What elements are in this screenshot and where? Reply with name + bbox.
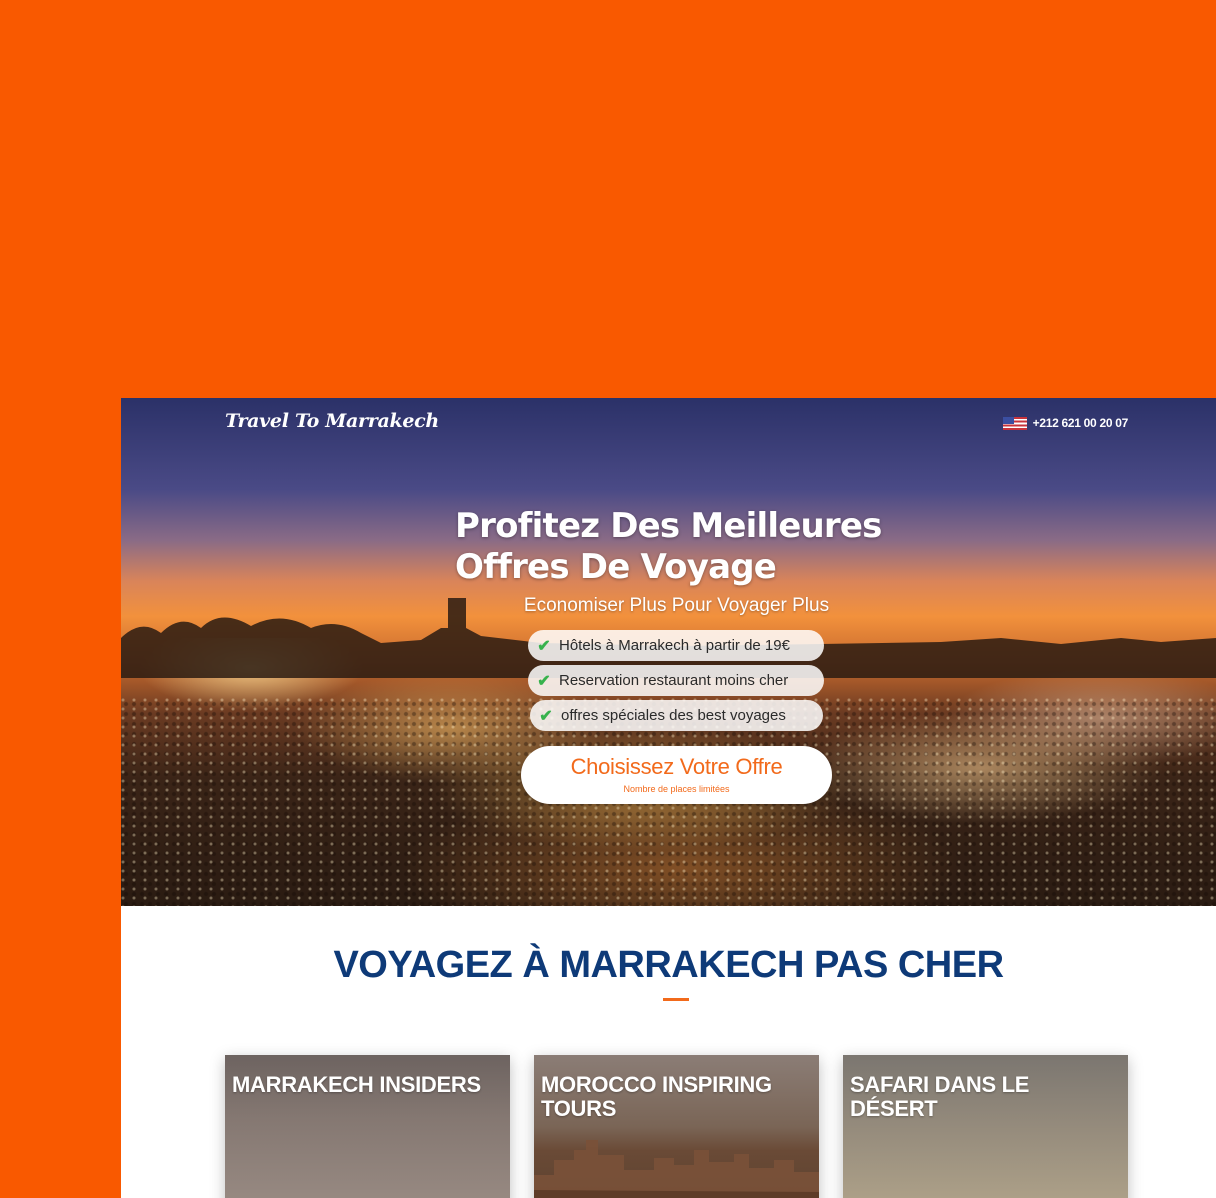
site-logo[interactable]: Travel To Marrakech [225,410,439,432]
cta-label: Choisissez Votre Offre [570,754,783,779]
section-title: VOYAGEZ À MARRAKECH PAS CHER [333,944,1004,986]
kasbah-image [534,1140,819,1198]
card-title: SAFARI DANS LE DÉSERT [850,1072,1030,1121]
feature-item: ✔ Reservation restaurant moins cher [528,665,824,696]
feature-text: Reservation restaurant moins cher [559,672,789,689]
us-flag-icon [1002,416,1027,430]
card-title: MARRAKECH INSIDERS [232,1072,481,1097]
hero-subline: Economiser Plus Pour Voyager Plus [523,595,830,616]
feature-item: ✔ Hôtels à Marrakech à partir de 19€ [528,630,824,661]
checkmark-icon: ✔ [537,637,551,655]
feature-text: offres spéciales des best voyages [561,707,786,724]
choose-offer-button[interactable]: Choisissez Votre Offre Nombre de places … [521,746,832,804]
checkmark-icon: ✔ [539,707,553,725]
feature-text: Hôtels à Marrakech à partir de 19€ [559,637,790,654]
landing-page: Travel To Marrakech +212 621 00 20 07 Pr… [121,398,1216,1198]
checkmark-icon: ✔ [537,672,551,690]
card-safari-desert[interactable]: SAFARI DANS LE DÉSERT [843,1055,1128,1198]
section-divider [663,998,689,1001]
card-title: MOROCCO INSPIRING TOURS [541,1072,772,1121]
feature-list: ✔ Hôtels à Marrakech à partir de 19€ ✔ R… [528,630,824,735]
hero-section: Travel To Marrakech +212 621 00 20 07 Pr… [121,398,1216,906]
phone-number[interactable]: +212 621 00 20 07 [1033,416,1129,430]
phone-contact[interactable]: +212 621 00 20 07 [1002,416,1129,430]
hero-headline: Profitez Des Meilleures Offres De Voyage [455,506,882,588]
card-morocco-inspiring-tours[interactable]: MOROCCO INSPIRING TOURS [534,1055,819,1198]
hero-headline-line2: Offres De Voyage [455,547,777,587]
card-marrakech-insiders[interactable]: MARRAKECH INSIDERS [225,1055,510,1198]
feature-item: ✔ offres spéciales des best voyages [530,700,823,731]
cta-sublabel: Nombre de places limitées [623,784,730,794]
hero-headline-line1: Profitez Des Meilleures [455,506,882,546]
